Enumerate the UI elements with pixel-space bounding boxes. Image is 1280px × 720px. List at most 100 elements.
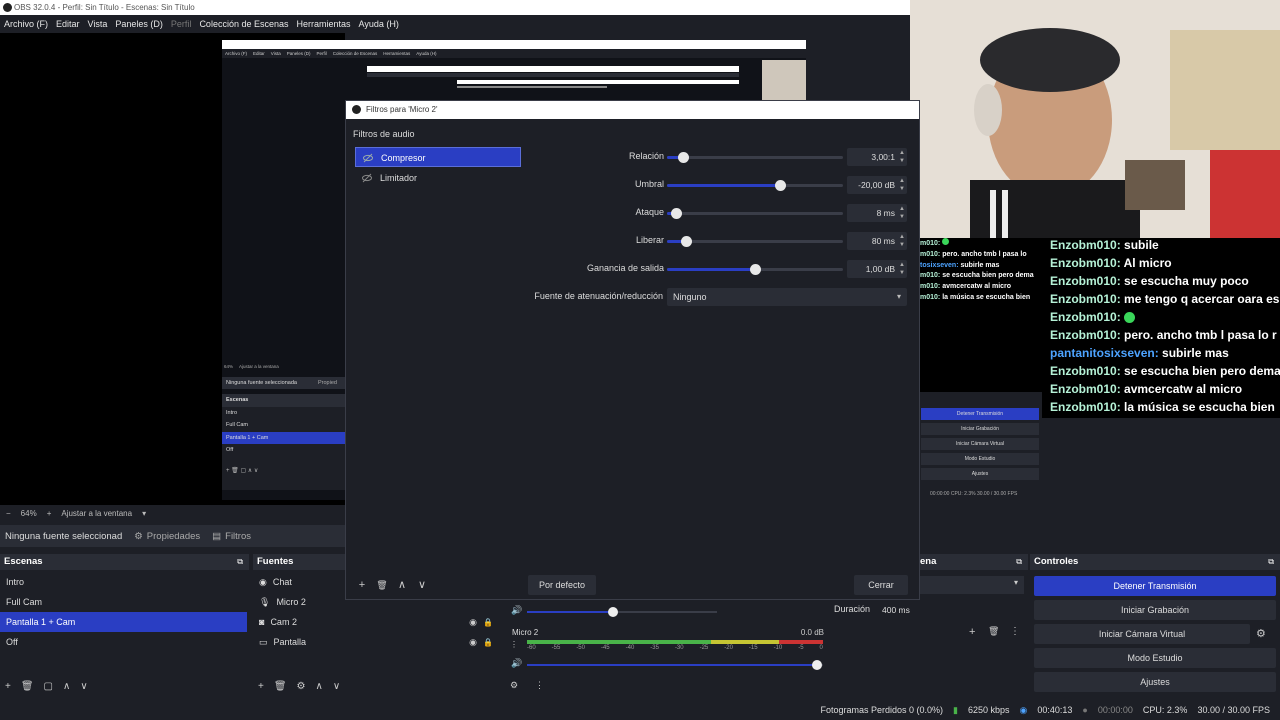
mixer-menu-icon[interactable]: ⋮: [535, 680, 544, 691]
eye-icon[interactable]: [363, 153, 373, 163]
volume-slider-top-knob[interactable]: [607, 607, 618, 617]
property-slider-knob[interactable]: [750, 264, 761, 275]
property-spinbox[interactable]: 1,00 dB ▲ ▼: [847, 260, 907, 278]
spin-arrows-icon[interactable]: ▲ ▼: [899, 149, 905, 165]
trash-icon[interactable]: 🗑: [274, 681, 287, 692]
chat-text: subirle mas: [1162, 346, 1229, 360]
move-down-icon[interactable]: ∨: [414, 577, 430, 593]
move-up-icon[interactable]: ∧: [63, 681, 70, 692]
property-slider-knob[interactable]: [681, 236, 693, 247]
cpu-usage: CPU: 2.3%: [1142, 705, 1188, 715]
fit-to-window[interactable]: Ajustar a la ventana: [61, 509, 132, 518]
filters-button[interactable]: ▤ Filtros: [212, 531, 251, 542]
menu-help[interactable]: Ayuda (H): [355, 15, 403, 33]
volume-slider-bottom[interactable]: [527, 660, 823, 670]
volume-slider-bottom-fill: [527, 664, 817, 666]
menu-tools[interactable]: Herramientas: [293, 15, 355, 33]
add-source-icon[interactable]: +: [258, 681, 264, 692]
volume-slider-top[interactable]: [527, 607, 717, 617]
filter-item-limiter[interactable]: Limitador: [355, 168, 521, 188]
property-spinbox[interactable]: 3,00:1 ▲ ▼: [847, 148, 907, 166]
menu-view[interactable]: Vista: [84, 15, 112, 33]
eye-icon[interactable]: ◉: [469, 617, 477, 628]
spin-arrows-icon[interactable]: ▲ ▼: [899, 261, 905, 277]
nested-menu-item: Colección de Escenas: [332, 51, 378, 56]
property-slider[interactable]: [667, 236, 843, 247]
property-slider[interactable]: [667, 264, 843, 275]
status-bar: Fotogramas Perdidos 0 (0.0%) ▮ 6250 kbps…: [0, 700, 1280, 720]
property-slider-knob[interactable]: [677, 152, 689, 163]
property-spinbox[interactable]: 8 ms ▲ ▼: [847, 204, 907, 222]
scenes-header: Escenas ⧉: [0, 554, 249, 570]
property-spinbox[interactable]: -20,00 dB ▲ ▼: [847, 176, 907, 194]
ducking-source-select[interactable]: Ninguno ▾: [667, 288, 907, 306]
lock-icon[interactable]: 🔒: [483, 638, 493, 647]
default-button[interactable]: Por defecto: [528, 575, 596, 595]
transition-select[interactable]: ▾: [918, 576, 1024, 594]
source-item[interactable]: ▭ Pantalla ◉ 🔒: [253, 632, 505, 652]
chat-separator: :: [1116, 292, 1125, 306]
volume-slider-bottom-knob[interactable]: [812, 660, 822, 670]
settings-button[interactable]: Ajustes: [1034, 672, 1276, 692]
lock-icon[interactable]: 🔒: [483, 618, 493, 627]
spin-arrows-icon[interactable]: ▲ ▼: [899, 177, 905, 193]
zoom-out-button[interactable]: −: [6, 509, 11, 518]
move-up-icon[interactable]: ∧: [394, 577, 410, 593]
mixer-settings-icon[interactable]: ⚙: [510, 680, 518, 691]
stop-streaming-button[interactable]: Detener Transmisión: [1034, 576, 1276, 596]
start-virtual-camera-button[interactable]: Iniciar Cámara Virtual: [1034, 624, 1250, 644]
property-spinbox[interactable]: 80 ms ▲ ▼: [847, 232, 907, 250]
move-down-icon[interactable]: ∨: [333, 681, 340, 692]
scene-item-selected[interactable]: Pantalla 1 + Cam: [0, 612, 247, 632]
dock-undock-icon[interactable]: ⧉: [237, 554, 243, 570]
eye-icon[interactable]: [362, 173, 372, 183]
speaker-icon[interactable]: 🔊: [511, 658, 522, 669]
close-button[interactable]: Cerrar: [854, 575, 908, 595]
property-slider[interactable]: [667, 180, 843, 191]
filter-item-compressor[interactable]: Compresor: [355, 147, 521, 167]
property-slider[interactable]: [667, 152, 843, 163]
menu-edit[interactable]: Editar: [52, 15, 84, 33]
start-recording-button[interactable]: Iniciar Grabación: [1034, 600, 1276, 620]
scene-item[interactable]: Off: [0, 632, 249, 652]
menu-profile[interactable]: Perfil: [167, 15, 196, 33]
chat-list: Enzobm010: subile Enzobm010: Al micro Enzo…: [1050, 238, 1280, 416]
property-slider[interactable]: [667, 208, 843, 219]
chat-text: avmcercatw al micro: [942, 283, 1012, 291]
move-up-icon[interactable]: ∧: [316, 681, 323, 692]
dock-undock-icon[interactable]: ⧉: [1016, 554, 1022, 570]
property-slider-knob[interactable]: [670, 208, 682, 219]
trash-icon[interactable]: 🗑: [374, 577, 390, 593]
spin-arrows-icon[interactable]: ▲ ▼: [899, 205, 905, 221]
speaker-icon[interactable]: 🔊: [511, 605, 522, 616]
scene-filters-icon[interactable]: ▢: [44, 681, 53, 692]
duration-input[interactable]: 400 ms: [878, 602, 1024, 618]
chevron-down-icon[interactable]: ▾: [142, 509, 146, 518]
virtual-camera-settings-icon[interactable]: ⚙: [1256, 627, 1266, 640]
menu-docks[interactable]: Paneles (D): [111, 15, 167, 33]
menu-file[interactable]: Archivo (F): [0, 15, 52, 33]
chevron-down-icon: ▾: [896, 292, 901, 301]
trash-icon[interactable]: 🗑: [21, 681, 34, 692]
dock-undock-icon[interactable]: ⧉: [1268, 554, 1274, 570]
scene-item[interactable]: Full Cam: [0, 592, 249, 612]
menu-scene-collection[interactable]: Colección de Escenas: [195, 15, 292, 33]
move-down-icon[interactable]: ∨: [80, 681, 87, 692]
studio-mode-button[interactable]: Modo Estudio: [1034, 648, 1276, 668]
gear-icon[interactable]: ⚙: [297, 681, 306, 692]
mixer-menu-icon[interactable]: ⋮: [510, 640, 518, 649]
properties-button[interactable]: ⚙ Propiedades: [134, 531, 200, 542]
chat-message: Enzobm010: avmcercatw al micro: [1050, 380, 1280, 398]
spin-arrows-icon[interactable]: ▲ ▼: [899, 233, 905, 249]
property-slider-knob[interactable]: [774, 180, 786, 191]
trash-icon[interactable]: 🗑: [988, 626, 999, 637]
add-filter-icon[interactable]: +: [354, 577, 370, 593]
scene-item[interactable]: Intro: [0, 572, 249, 592]
transition-menu-icon[interactable]: ⋮: [1010, 626, 1020, 637]
source-item[interactable]: ◙ Cam 2 ◉ 🔒: [253, 612, 505, 632]
add-transition-icon[interactable]: +: [969, 626, 975, 638]
add-scene-icon[interactable]: +: [5, 681, 11, 692]
eye-icon[interactable]: ◉: [469, 637, 477, 648]
zoom-in-button[interactable]: +: [47, 509, 52, 518]
filter-name: Limitador: [380, 173, 418, 183]
